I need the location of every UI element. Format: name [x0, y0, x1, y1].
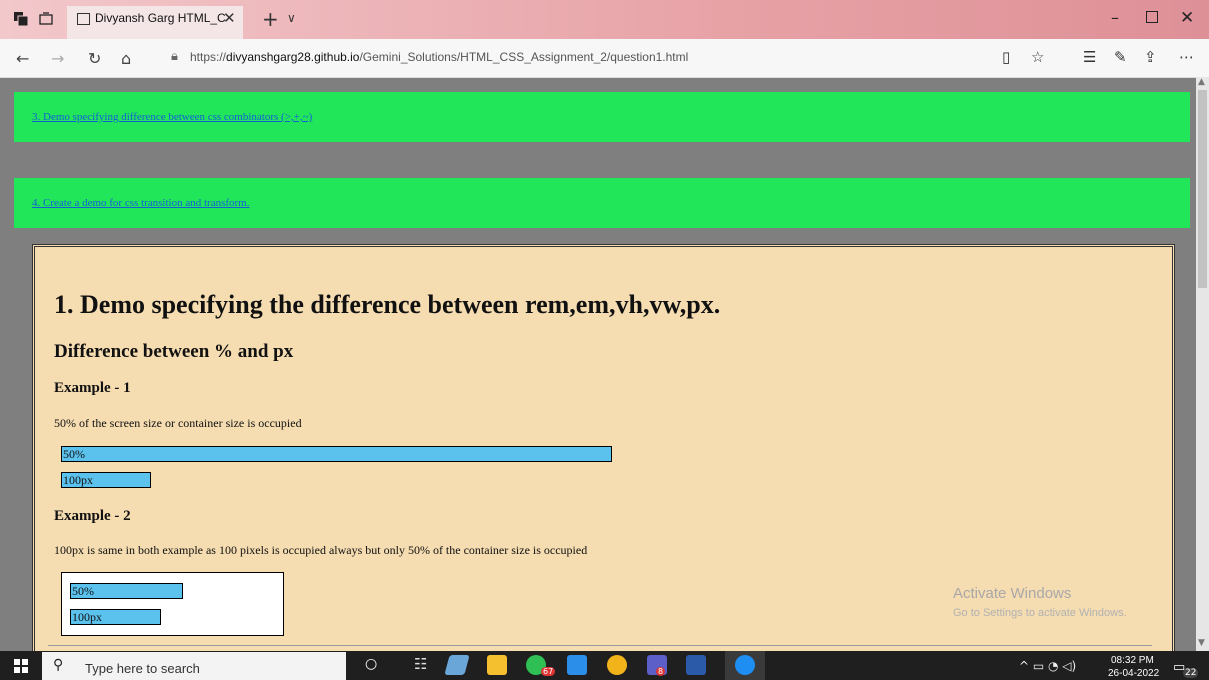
example-1-px-bar: 100px — [61, 472, 151, 488]
new-tab-button[interactable]: + — [262, 7, 279, 31]
back-icon[interactable]: ← — [16, 49, 29, 68]
activation-watermark-subtitle: Go to Settings to activate Windows. — [953, 607, 1127, 619]
url-text[interactable]: https://divyanshgarg28.github.io/Gemini_… — [190, 50, 688, 64]
forward-icon[interactable]: → — [51, 49, 64, 68]
file-explorer-icon[interactable] — [487, 655, 507, 675]
teams-badge: 8 — [656, 667, 666, 676]
link-box-transition: 4. Create a demo for css transition and … — [14, 178, 1190, 228]
reading-view-icon[interactable]: ▯ — [1002, 48, 1010, 66]
activation-watermark-title: Activate Windows — [953, 585, 1072, 602]
maximize-button[interactable] — [1146, 11, 1158, 23]
example-2-title: Example - 2 — [54, 508, 131, 524]
clock-time[interactable]: 08:32 PM — [1111, 655, 1154, 666]
example-2-container — [61, 572, 284, 636]
word-icon[interactable] — [686, 655, 706, 675]
example-1-percent-bar: 50% — [61, 446, 612, 462]
task-view-icon[interactable]: ☷ — [414, 655, 427, 673]
example-1-title: Example - 1 — [54, 380, 131, 396]
tab-actions-icon[interactable] — [14, 12, 28, 26]
whatsapp-badge: 67 — [541, 667, 556, 676]
link-combinators[interactable]: 3. Demo specifying difference between cs… — [32, 111, 312, 123]
scroll-up-icon[interactable]: ▲ — [1198, 77, 1205, 87]
web-note-icon[interactable]: ✎ — [1114, 48, 1127, 66]
system-tray-icons[interactable]: ^ ▭ ◔ ◁) — [1019, 659, 1076, 673]
link-box-combinators: 3. Demo specifying difference between cs… — [14, 92, 1190, 142]
minimize-button[interactable]: – — [1105, 8, 1125, 27]
cortana-icon[interactable]: ○ — [365, 656, 377, 672]
tab-close-icon[interactable]: ✕ — [223, 9, 236, 27]
close-window-button[interactable]: ✕ — [1180, 8, 1194, 28]
set-tabs-aside-icon[interactable] — [39, 12, 53, 26]
tab-preview-chevron-icon[interactable]: ∨ — [287, 11, 296, 25]
refresh-icon[interactable]: ↻ — [88, 49, 101, 68]
notification-count: 22 — [1183, 668, 1199, 678]
scroll-down-icon[interactable]: ▼ — [1198, 638, 1205, 648]
link-transition[interactable]: 4. Create a demo for css transition and … — [32, 197, 250, 209]
example-2-text: 100px is same in both example as 100 pix… — [54, 543, 588, 557]
section-heading: Difference between % and px — [54, 341, 294, 362]
lock-icon[interactable]: 🔒︎ — [171, 49, 178, 64]
favorites-hub-icon[interactable]: ☰ — [1083, 48, 1096, 66]
vscode-icon[interactable] — [567, 655, 587, 675]
windows-start-icon[interactable] — [14, 659, 28, 673]
chrome-icon[interactable] — [607, 655, 627, 675]
divider — [48, 645, 1152, 646]
tab-title: Divyansh Garg HTML_C — [95, 11, 226, 25]
example-2-px-bar: 100px — [70, 609, 161, 625]
clock-date[interactable]: 26-04-2022 — [1108, 668, 1159, 679]
taskbar-search-placeholder[interactable]: Type here to search — [85, 661, 200, 676]
page-icon — [77, 13, 90, 25]
home-icon[interactable]: ⌂ — [121, 49, 131, 68]
scrollbar-thumb[interactable] — [1198, 90, 1207, 288]
search-icon: ⚲ — [53, 657, 64, 673]
favorite-star-icon[interactable]: ☆ — [1031, 48, 1044, 66]
share-icon[interactable]: ⇪ — [1144, 48, 1157, 66]
more-options-icon[interactable]: ⋯ — [1179, 48, 1194, 66]
example-2-percent-bar: 50% — [70, 583, 183, 599]
page-heading: 1. Demo specifying the difference betwee… — [54, 290, 721, 319]
edge-icon[interactable] — [735, 655, 755, 675]
example-1-text: 50% of the screen size or container size… — [54, 416, 302, 430]
